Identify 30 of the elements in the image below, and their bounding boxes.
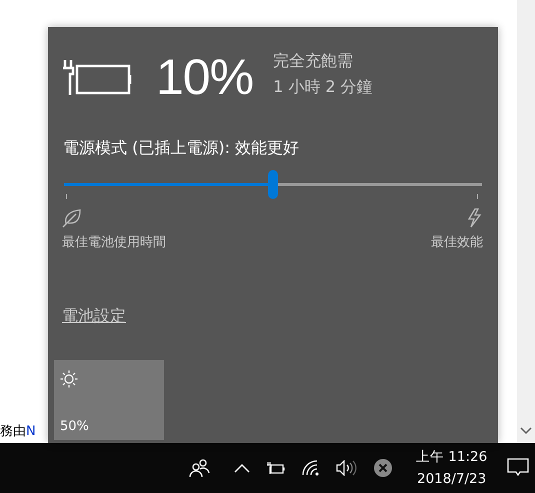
- wifi-icon[interactable]: [302, 460, 320, 476]
- slider-end-label: 最佳電池使用時間: [62, 234, 166, 251]
- power-mode-label: 電源模式 (已插上電源): 效能更好: [63, 138, 300, 159]
- slider-end-label: 最佳效能: [431, 234, 483, 251]
- brightness-tile[interactable]: 50%: [54, 360, 164, 440]
- tick-mark: [477, 194, 478, 199]
- speech-bubble-icon[interactable]: [507, 458, 530, 478]
- tile-label: 50%: [60, 419, 90, 434]
- people-icon[interactable]: [188, 458, 210, 478]
- lightning-icon: [465, 208, 483, 228]
- charge-time-text: 1 小時 2 分鐘: [273, 76, 373, 98]
- power-mode-slider[interactable]: [64, 170, 482, 199]
- clock[interactable]: 上午 11:26 2018/7/23: [416, 446, 488, 490]
- close-icon[interactable]: [374, 459, 392, 477]
- battery-settings-link[interactable]: 電池設定: [62, 306, 126, 327]
- battery-percent: 10%: [156, 50, 254, 104]
- charge-time-text: 完全充飽需: [273, 50, 354, 72]
- clock-date: 2018/7/23: [416, 470, 486, 489]
- tick-mark: [66, 194, 67, 199]
- chevron-up-icon[interactable]: [234, 463, 250, 473]
- sun-icon: [60, 370, 78, 388]
- speaker-icon[interactable]: [336, 460, 358, 476]
- slider-thumb[interactable]: [268, 170, 278, 199]
- leaf-icon: [62, 208, 82, 228]
- battery-plug-icon[interactable]: [266, 461, 286, 475]
- link[interactable]: N: [26, 424, 36, 439]
- clock-time: 上午 11:26: [416, 448, 488, 467]
- page-text: 務由: [0, 424, 26, 439]
- scrollbar[interactable]: [517, 0, 535, 443]
- chevron-down-icon[interactable]: [520, 427, 532, 435]
